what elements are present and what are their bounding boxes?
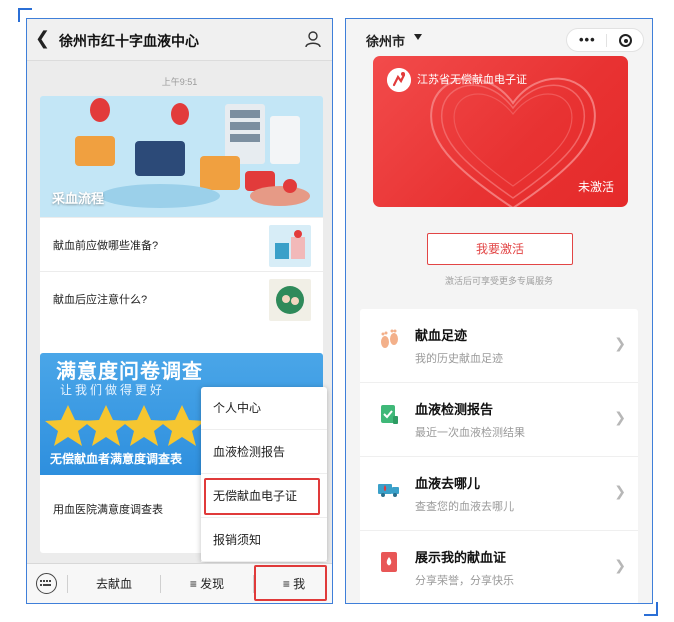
close-target-icon[interactable]: [619, 34, 632, 47]
feature-title: 血液去哪儿: [415, 476, 481, 491]
list-item[interactable]: 献血后应注意什么?: [40, 271, 323, 325]
list-item[interactable]: 献血前应做哪些准备?: [40, 217, 323, 271]
e-blood-certificate-card[interactable]: 江苏省无偿献血电子证 未激活: [373, 56, 628, 207]
official-account-menu-bar: 去献血 ≡ 发现 ≡ 我: [27, 563, 332, 603]
activation-status: 未激活: [577, 180, 614, 194]
highlight-box: [204, 478, 320, 515]
feature-title: 展示我的献血证: [415, 550, 507, 565]
tab-discover[interactable]: ≡ 发现: [161, 564, 253, 603]
red-cross-logo-icon: [387, 68, 411, 92]
back-arrow-icon[interactable]: ❮: [35, 28, 50, 49]
feature-subtitle: 我的历史献血足迹: [415, 353, 503, 365]
more-icon[interactable]: •••: [579, 32, 596, 47]
caret-down-icon[interactable]: [414, 34, 422, 40]
chat-header: ❮ 徐州市红十字血液中心: [27, 19, 332, 61]
certificate-title: 江苏省无偿献血电子证: [417, 74, 527, 86]
frame-corner-bottom-right: [644, 602, 658, 616]
banner-caption: 无偿献血者满意度调查表: [50, 452, 183, 466]
banner-caption: 采血流程: [52, 191, 105, 206]
feature-subtitle: 查查您的血液去哪儿: [415, 501, 514, 513]
feature-show-certificate[interactable]: 展示我的献血证 分享荣誉，分享快乐 ❯: [360, 531, 638, 603]
blood-drop-card-icon: [381, 552, 397, 572]
activate-hint-text: 激活后可享受更多专属服务: [444, 276, 553, 286]
profile-icon[interactable]: [304, 30, 322, 48]
chevron-right-icon: ❯: [614, 557, 626, 573]
feature-subtitle: 分享荣誉，分享快乐: [415, 575, 514, 587]
wechat-chat-screen: ❮ 徐州市红十字血液中心 上午9:51 采血流程 献血前应做哪些准备? 献血后应…: [26, 18, 333, 604]
footprints-icon: [381, 329, 398, 348]
feature-blood-destination[interactable]: 血液去哪儿 查查您的血液去哪儿 ❯: [360, 457, 638, 531]
feature-blood-test-report[interactable]: 血液检测报告 最近一次血液检测结果 ❯: [360, 383, 638, 457]
activate-button[interactable]: 我要激活: [427, 233, 573, 265]
blood-truck-icon: [378, 484, 399, 497]
chevron-right-icon: ❯: [614, 335, 626, 351]
highlight-box: [254, 565, 327, 601]
feature-list: 献血足迹 我的历史献血足迹 ❯ 血液检测报告 最近一次血液检测结果 ❯ 血液去哪…: [360, 309, 638, 603]
chevron-right-icon: ❯: [614, 483, 626, 499]
article-link-text[interactable]: 用血医院满意度调查表: [53, 501, 163, 517]
article-link-text: 献血前应做哪些准备?: [53, 240, 159, 252]
feature-donation-footprint[interactable]: 献血足迹 我的历史献血足迹 ❯: [360, 309, 638, 383]
article-link-text: 献血后应注意什么?: [53, 294, 148, 306]
menu-item-reimbursement-notice[interactable]: 报销须知: [201, 519, 327, 562]
menu-item-personal-center[interactable]: 个人中心: [201, 387, 327, 430]
article-thumbnail: [269, 225, 311, 267]
article-card[interactable]: 采血流程 献血前应做哪些准备? 献血后应注意什么?: [40, 96, 323, 360]
menu-item-blood-test-report[interactable]: 血液检测报告: [201, 431, 327, 474]
feature-subtitle: 最近一次血液检测结果: [415, 427, 525, 439]
mini-program-capsule: •••: [566, 28, 644, 52]
submenu-popup: 个人中心 血液检测报告 无偿献血电子证 报销须知: [201, 387, 327, 562]
tab-donate-blood[interactable]: 去献血: [68, 564, 160, 603]
keyboard-icon[interactable]: [36, 573, 57, 594]
mini-program-screen: 徐州市 ••• 江苏省无偿献血电子证 未激活 我要激活 激活后可享受更多专属服务: [345, 18, 653, 604]
mini-program-header: 徐州市 •••: [346, 19, 652, 59]
message-timestamp: 上午9:51: [161, 77, 198, 87]
chat-title: 徐州市红十字血液中心: [59, 33, 199, 49]
report-check-icon: [381, 405, 398, 424]
capsule-divider: [606, 34, 607, 47]
feature-title: 献血足迹: [415, 328, 468, 343]
article-thumbnail: [269, 279, 311, 321]
article-banner-image[interactable]: 采血流程: [40, 96, 323, 217]
city-selector[interactable]: 徐州市: [366, 31, 405, 50]
chevron-right-icon: ❯: [614, 409, 626, 425]
feature-title: 血液检测报告: [415, 402, 494, 417]
